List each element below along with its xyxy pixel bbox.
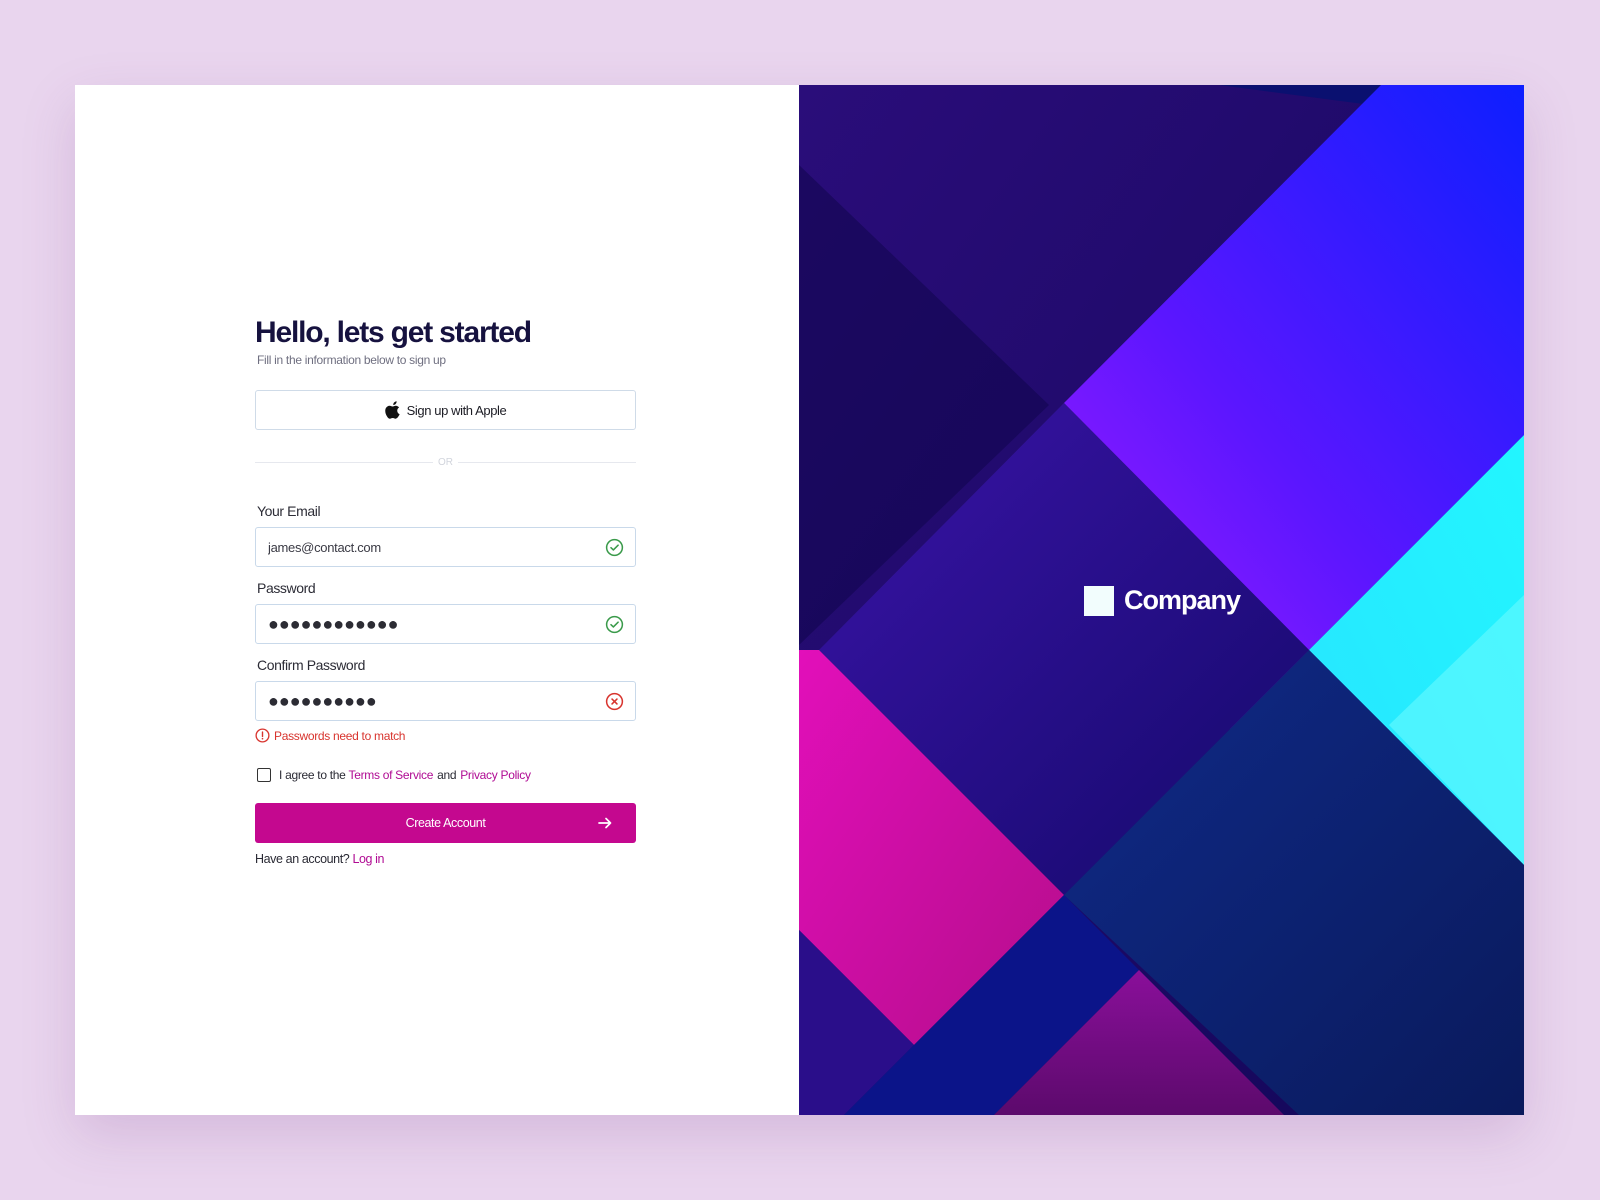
email-field[interactable] [256, 528, 635, 566]
agree-prefix: I agree to the [279, 768, 346, 782]
confirm-password-field-wrapper [255, 681, 636, 721]
arrow-right-icon [598, 817, 612, 829]
email-field-wrapper [255, 527, 636, 567]
divider-line [255, 461, 433, 463]
create-account-label: Create Account [405, 816, 486, 830]
email-label: Your Email [257, 503, 321, 519]
confirm-password-label: Confirm Password [257, 657, 365, 673]
x-circle-icon [605, 692, 624, 711]
apple-icon [384, 401, 400, 419]
login-link[interactable]: Log in [352, 852, 384, 866]
error-text: Passwords need to match [274, 728, 406, 743]
password-label: Password [257, 580, 316, 596]
divider-text: OR [438, 456, 453, 468]
email-group: Your Email [255, 503, 636, 567]
brand-panel: Company [799, 85, 1524, 1115]
brand-name: Company [1124, 585, 1241, 615]
page-title: Hello, lets get started [255, 316, 532, 349]
password-group: Password [255, 580, 636, 644]
alert-circle-icon [255, 728, 270, 743]
privacy-policy-link[interactable]: Privacy Policy [460, 768, 531, 782]
password-field-wrapper [255, 604, 636, 644]
brand-logo: Company [1084, 585, 1241, 616]
terms-agreement: I agree to the Terms of Service and Priv… [255, 768, 636, 782]
or-divider: OR [255, 454, 636, 470]
divider-line [458, 461, 636, 463]
terms-checkbox[interactable] [257, 768, 271, 782]
page-subtitle: Fill in the information below to sign up [257, 353, 446, 367]
signup-panel: Hello, lets get started Fill in the info… [75, 85, 799, 1115]
logo-square-icon [1084, 585, 1114, 616]
confirm-password-field[interactable] [256, 682, 635, 720]
agree-and: and [437, 768, 457, 782]
login-prompt: Have an account? Log in [255, 852, 636, 866]
check-circle-icon [605, 615, 624, 634]
create-account-button[interactable]: Create Account [255, 803, 636, 843]
confirm-password-group: Confirm Password [255, 657, 636, 721]
terms-of-service-link[interactable]: Terms of Service [349, 768, 434, 782]
apple-signup-button[interactable]: Sign up with Apple [255, 390, 636, 430]
signup-window: Hello, lets get started Fill in the info… [75, 85, 1524, 1115]
password-error: Passwords need to match [255, 728, 636, 743]
apple-signup-label: Sign up with Apple [406, 402, 507, 418]
login-prompt-text: Have an account? [255, 852, 350, 866]
signup-form: Hello, lets get started Fill in the info… [255, 315, 636, 866]
password-field[interactable] [256, 605, 635, 643]
check-circle-icon [605, 538, 624, 557]
